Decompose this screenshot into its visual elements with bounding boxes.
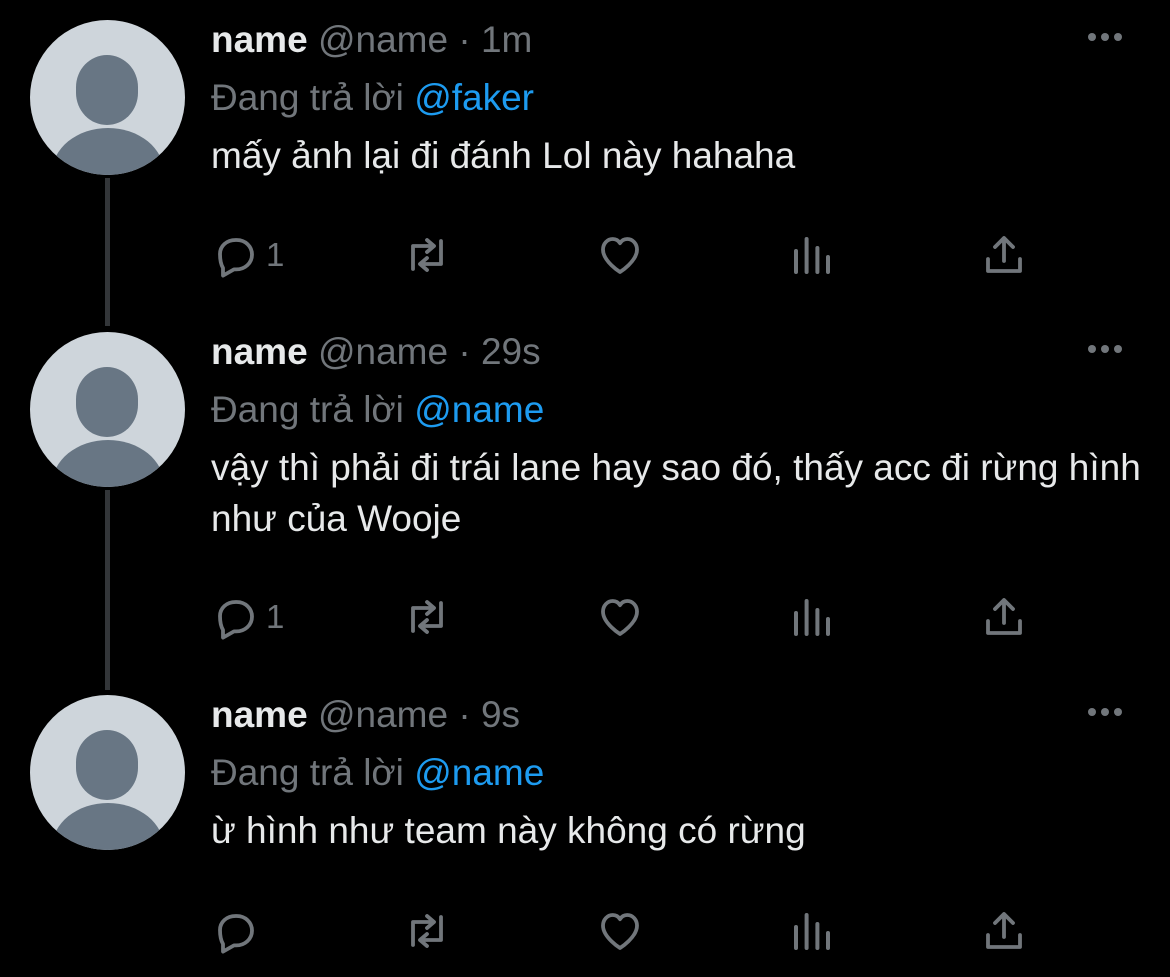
views-button[interactable] (788, 592, 836, 642)
replying-to-label: Đang trả lời (211, 389, 404, 430)
timestamp[interactable]: 29s (481, 331, 541, 372)
like-button[interactable] (596, 906, 644, 956)
reply-icon (218, 238, 254, 278)
tweet-header: name @name · 29s (211, 330, 541, 374)
separator-dot: · (458, 694, 471, 735)
share-button[interactable] (980, 906, 1028, 956)
reply-button[interactable]: 1 (212, 230, 284, 280)
reply-icon (218, 600, 254, 640)
retweet-button[interactable] (403, 592, 451, 642)
display-name[interactable]: name (211, 694, 308, 735)
timestamp[interactable]: 1m (481, 19, 532, 60)
reply-count: 1 (266, 598, 285, 635)
reply-button[interactable] (212, 906, 266, 956)
display-name[interactable]: name (211, 331, 308, 372)
retweet-icon (411, 238, 443, 272)
reply-count: 1 (266, 236, 285, 273)
heart-icon (601, 913, 639, 950)
tweet-actions (0, 906, 1170, 956)
thread-line (105, 490, 110, 690)
retweet-icon (411, 600, 443, 634)
share-icon (986, 912, 1022, 949)
tweet-text: vậy thì phải đi trái lane hay sao đó, th… (211, 447, 1141, 539)
avatar[interactable] (30, 332, 185, 487)
mention-link[interactable]: @faker (414, 77, 534, 118)
tweet-text: mấy ảnh lại đi đánh Lol này hahaha (211, 135, 796, 176)
tweet-header: name @name · 1m (211, 18, 532, 62)
share-button[interactable] (980, 592, 1028, 642)
mention-link[interactable]: @name (414, 389, 544, 430)
reply-button[interactable]: 1 (212, 592, 284, 642)
reply-icon (218, 914, 254, 954)
replying-to-label: Đang trả lời (211, 77, 404, 118)
user-handle[interactable]: @name (318, 19, 448, 60)
more-icon[interactable] (1086, 28, 1126, 48)
like-button[interactable] (596, 230, 644, 280)
share-icon (986, 236, 1022, 273)
views-button[interactable] (788, 230, 836, 280)
more-icon[interactable] (1086, 703, 1126, 723)
retweet-button[interactable] (403, 230, 451, 280)
tweet-actions: 1 (0, 592, 1170, 642)
mention-link[interactable]: @name (414, 752, 544, 793)
analytics-icon (794, 913, 830, 950)
user-handle[interactable]: @name (318, 331, 448, 372)
separator-dot: · (458, 331, 471, 372)
display-name[interactable]: name (211, 19, 308, 60)
heart-icon (601, 237, 639, 274)
views-button[interactable] (788, 906, 836, 956)
retweet-icon (411, 914, 443, 948)
tweet-header: name @name · 9s (211, 693, 520, 737)
share-icon (986, 598, 1022, 635)
analytics-icon (794, 599, 830, 636)
replying-to: Đang trả lời @name (211, 388, 544, 432)
user-handle[interactable]: @name (318, 694, 448, 735)
heart-icon (601, 599, 639, 636)
timestamp[interactable]: 9s (481, 694, 520, 735)
avatar[interactable] (30, 20, 185, 175)
like-button[interactable] (596, 592, 644, 642)
tweet-text: ừ hình như team này không có rừng (211, 810, 806, 851)
avatar[interactable] (30, 695, 185, 850)
share-button[interactable] (980, 230, 1028, 280)
tweet-actions: 1 (0, 230, 1170, 280)
separator-dot: · (458, 19, 471, 60)
replying-to-label: Đang trả lời (211, 752, 404, 793)
more-icon[interactable] (1086, 340, 1126, 360)
analytics-icon (794, 237, 830, 274)
replying-to: Đang trả lời @name (211, 751, 544, 795)
replying-to: Đang trả lời @faker (211, 76, 534, 120)
retweet-button[interactable] (403, 906, 451, 956)
